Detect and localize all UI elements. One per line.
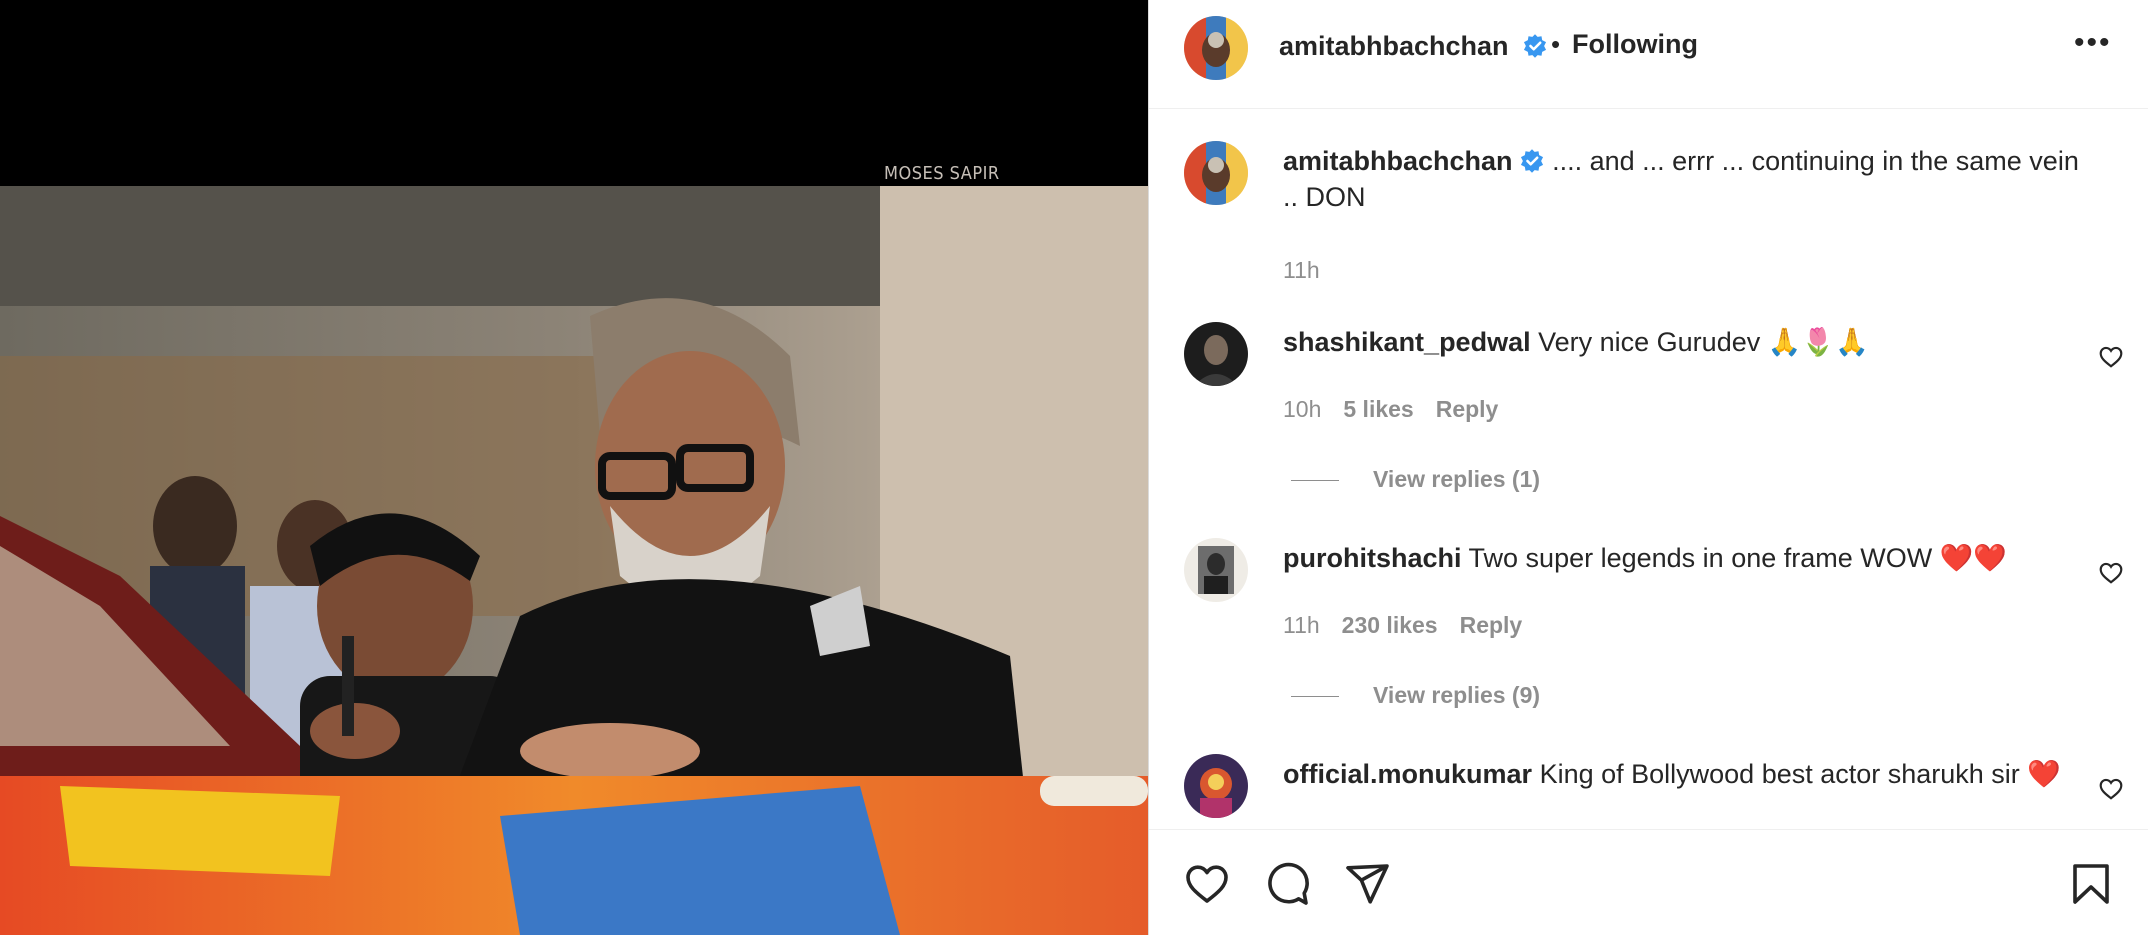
comment-text: official.monukumar King of Bollywood bes…	[1283, 756, 2083, 792]
more-options-icon[interactable]: •••	[2074, 26, 2112, 60]
caption-meta: 11h	[1283, 257, 1342, 284]
replies-divider	[1291, 480, 1339, 482]
verified-badge-icon	[1524, 34, 1547, 58]
view-replies-button[interactable]: View replies (1)	[1291, 466, 1540, 493]
comment-body: Very nice Gurudev 🙏🌷🙏	[1538, 327, 1869, 357]
commenter-avatar[interactable]	[1184, 754, 1248, 818]
comment-time: 10h	[1283, 396, 1322, 422]
header-separator: •	[1551, 29, 1561, 59]
share-button[interactable]	[1343, 860, 1391, 908]
comment-text: shashikant_pedwal Very nice Gurudev 🙏🌷🙏	[1283, 324, 2083, 360]
caption-time: 11h	[1283, 257, 1320, 283]
commenter-avatar[interactable]	[1184, 322, 1248, 386]
comment-like-heart-icon[interactable]	[2098, 776, 2124, 802]
replies-divider	[1291, 696, 1339, 698]
comments-list[interactable]: amitabhbachchan .... and ... errr ... co…	[1149, 109, 2148, 829]
post-media[interactable]: MOSES SAPIR	[0, 0, 1148, 935]
post-actions-bar	[1149, 829, 2148, 936]
share-icon[interactable]	[1343, 860, 1391, 908]
caption-avatar[interactable]	[1184, 141, 1248, 205]
comment-likes[interactable]: 230 likes	[1342, 612, 1438, 638]
view-replies-label[interactable]: View replies (9)	[1373, 682, 1540, 708]
photo-watermark: MOSES SAPIR	[884, 163, 1000, 184]
avatar-image	[1184, 322, 1248, 386]
following-button[interactable]: Following	[1572, 29, 1698, 60]
post-side-panel: amitabhbachchan • Following ••• amitabhb…	[1148, 0, 2148, 936]
commenter-avatar[interactable]	[1184, 538, 1248, 602]
author-username-text[interactable]: amitabhbachchan	[1279, 31, 1509, 61]
comment-button[interactable]	[1263, 860, 1311, 908]
comment-username[interactable]: shashikant_pedwal	[1283, 327, 1531, 357]
comment-body: King of Bollywood best actor sharukh sir…	[1539, 759, 2061, 789]
comment-username[interactable]: official.monukumar	[1283, 759, 1532, 789]
comment-meta: 11h 230 likes Reply	[1283, 612, 1544, 639]
photo-illustration	[0, 186, 1148, 935]
avatar-image	[1184, 16, 1248, 80]
like-button[interactable]	[1183, 860, 1231, 908]
bookmark-icon[interactable]	[2067, 860, 2115, 908]
comment-like-heart-icon[interactable]	[2098, 344, 2124, 370]
verified-badge-icon	[1520, 149, 1543, 173]
comment-like-heart-icon[interactable]	[2098, 560, 2124, 586]
comment-text: purohitshachi Two super legends in one f…	[1283, 540, 2083, 576]
comment-time: 11h	[1283, 612, 1320, 638]
comment-meta: 10h 5 likes Reply	[1283, 396, 1520, 423]
view-replies-button[interactable]: View replies (9)	[1291, 682, 1540, 709]
author-avatar[interactable]	[1184, 16, 1248, 80]
post-header: amitabhbachchan • Following •••	[1149, 0, 2148, 109]
view-replies-label[interactable]: View replies (1)	[1373, 466, 1540, 492]
author-username[interactable]: amitabhbachchan	[1279, 31, 1548, 62]
heart-icon[interactable]	[1183, 860, 1231, 908]
comment-likes[interactable]: 5 likes	[1343, 396, 1413, 422]
caption-username[interactable]: amitabhbachchan	[1283, 146, 1513, 176]
comment-username[interactable]: purohitshachi	[1283, 543, 1462, 573]
avatar-image	[1184, 141, 1248, 205]
avatar-image	[1184, 538, 1248, 602]
comment-icon[interactable]	[1263, 860, 1311, 908]
reply-button[interactable]: Reply	[1436, 396, 1499, 422]
comment-body: Two super legends in one frame WOW ❤️❤️	[1468, 543, 2007, 573]
avatar-image	[1184, 754, 1248, 818]
caption-text: amitabhbachchan .... and ... errr ... co…	[1283, 143, 2083, 215]
save-button[interactable]	[2067, 860, 2115, 908]
reply-button[interactable]: Reply	[1460, 612, 1523, 638]
post-photo[interactable]	[0, 186, 1148, 935]
